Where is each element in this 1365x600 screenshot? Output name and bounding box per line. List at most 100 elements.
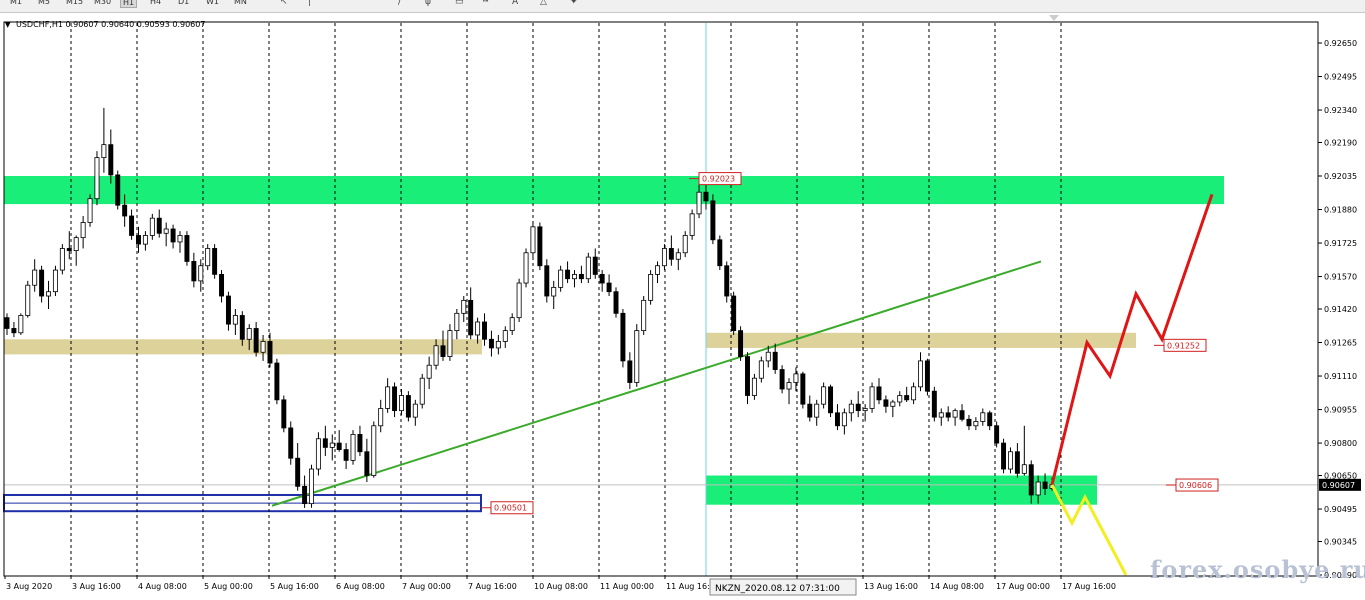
timeframe-h1[interactable]: H1 (120, 0, 138, 8)
x-tick-label: 7 Aug 16:00 (468, 582, 517, 591)
candle-bear (267, 341, 273, 364)
candle-bear (184, 235, 190, 262)
x-tick-label: 14 Aug 08:00 (930, 582, 984, 591)
y-tick-label: 0.92495 (1324, 73, 1357, 82)
candle-bear (274, 362, 280, 401)
fibo-icon[interactable]: ψ (425, 0, 431, 7)
arrow-icon[interactable]: ✦ (570, 0, 578, 7)
candle-bull (73, 237, 79, 252)
candle-bull (52, 269, 58, 293)
timeframe-m1[interactable]: M1 (8, 0, 24, 6)
candle-bear (170, 228, 176, 243)
timeframe-d1[interactable]: D1 (176, 0, 191, 6)
y-tick-label: 0.90495 (1324, 505, 1357, 514)
timeframe-m5[interactable]: M5 (36, 0, 52, 6)
candle-bull (758, 360, 764, 379)
timeframe-w1[interactable]: W1 (204, 0, 221, 6)
candle-bear (219, 273, 225, 297)
candle-bull (890, 401, 896, 407)
candle-bear (322, 438, 328, 448)
candle-bull (551, 286, 557, 297)
candle-bear (405, 395, 411, 418)
y-tick-label: 0.91265 (1324, 339, 1357, 348)
candle-bull (1021, 464, 1027, 474)
candle-bear (772, 351, 778, 370)
candle-bear (364, 451, 370, 476)
x-tick-label: 7 Aug 00:00 (402, 582, 451, 591)
candle-bear (959, 410, 965, 420)
candle-bull (398, 395, 404, 412)
crosshair-time-tag: NKZN_2020.08.12 07:31:00 (709, 578, 857, 596)
zones-layer (3, 176, 1224, 513)
zone-mid-left (4, 339, 482, 355)
candle-bull (862, 408, 868, 412)
candle-bear (108, 144, 114, 176)
label-icon[interactable]: △ (540, 0, 547, 7)
candle-bear (440, 345, 446, 357)
candle-bull (315, 438, 321, 470)
candle-bear (357, 434, 363, 453)
candle-bull (938, 412, 944, 418)
channel-icon[interactable]: ┉ (483, 0, 488, 7)
candle-bull (973, 421, 979, 427)
price-label-0.90501: 0.90501 (494, 504, 527, 513)
crosshair-icon[interactable]: | (308, 0, 311, 7)
x-tick-label: 11 Aug 00:00 (600, 582, 654, 591)
price-chart[interactable]: 3 Aug 2020 3 Aug 16:00 4 Aug 08:00 5 Aug 00… (0, 12, 1365, 600)
candle-bull (648, 273, 654, 301)
candle-bear (779, 369, 785, 390)
rectangle-icon[interactable]: ▭ (455, 0, 464, 7)
cursor-icon[interactable]: ↖ (280, 0, 288, 7)
x-tick-label: 10 Aug 08:00 (534, 582, 588, 591)
candle-bear (191, 261, 197, 282)
y-tick-label: 0.91420 (1324, 305, 1357, 314)
timeframe-h4[interactable]: H4 (148, 0, 163, 6)
time-gridlines (4, 23, 1318, 576)
candle-bear (945, 412, 951, 418)
x-tick-label: 17 Aug 16:00 (1062, 582, 1116, 591)
candle-bear (931, 390, 937, 418)
candle-bear (876, 386, 882, 401)
y-tick-label: 0.90955 (1324, 406, 1357, 415)
zone-supply (4, 176, 1224, 205)
candle-bull (378, 408, 384, 427)
text-icon[interactable]: A (512, 0, 518, 7)
forecast-layer (1050, 193, 1214, 576)
price-labels-layer: 0.92023 0.90501 0.91252 0.90606 NKZN_2020.08… (481, 172, 1219, 596)
candle-bull (751, 377, 757, 396)
candle-bear (613, 291, 619, 314)
timeframe-m30[interactable]: M30 (92, 0, 113, 6)
candle-bull (232, 315, 238, 325)
candle-bull (911, 386, 917, 401)
candle-bull (87, 198, 93, 223)
candle-bull (205, 248, 211, 267)
candle-bear (488, 338, 494, 349)
candle-bull (585, 256, 591, 280)
candle-bear (883, 399, 889, 407)
y-tick-label: 0.91570 (1324, 273, 1357, 282)
candle-bull (814, 403, 820, 418)
candle-bull (385, 386, 391, 409)
timeframe-m15[interactable]: M15 (64, 0, 85, 6)
candle-bear (336, 442, 342, 450)
candle-bear (731, 295, 737, 332)
candle-bull (516, 282, 522, 319)
y-tick-label: 0.91110 (1324, 372, 1357, 381)
candle-bull (689, 213, 695, 236)
candle-bear (828, 386, 834, 414)
candle-bull (309, 468, 314, 505)
candle-bull (433, 345, 439, 366)
candle-bull (641, 299, 647, 332)
trendline-icon[interactable]: / (398, 0, 401, 7)
candle-bear (578, 273, 584, 280)
candle-bear (156, 217, 162, 234)
candle-bear (745, 356, 750, 396)
candle-bear (834, 412, 840, 427)
candle-bear (565, 269, 571, 280)
candle-bull (786, 382, 792, 390)
candle-bull (447, 330, 453, 357)
timeframe-mn[interactable]: MN (232, 0, 249, 6)
candle-bear (1042, 481, 1048, 489)
candle-bear (738, 330, 744, 357)
symbol-info: USDCHF,H1 0.90607 0.90640 0.90593 0.9060… (16, 20, 205, 29)
